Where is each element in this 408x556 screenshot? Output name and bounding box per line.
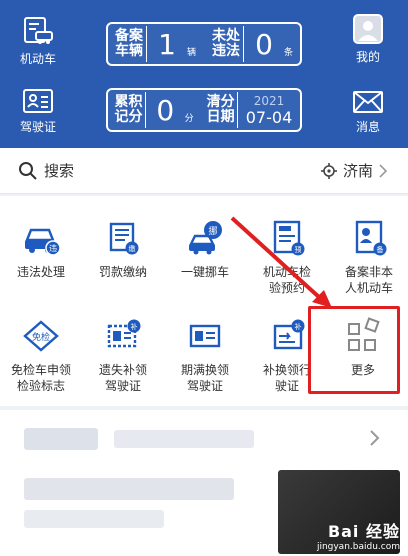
stat-label-1b: 车辆: [115, 43, 143, 59]
service-label-line: 违法处理: [16, 265, 65, 279]
fine-payment-icon: 缴: [109, 222, 139, 255]
service-label: 补换领行 驶证: [263, 362, 311, 394]
move-car-icon: 挪: [189, 221, 222, 255]
blurred-banner: [114, 430, 254, 448]
blurred-text: [24, 478, 234, 500]
service-fine[interactable]: 缴 罚款缴纳: [82, 218, 164, 280]
service-label-line: 驾驶证: [186, 379, 223, 393]
service-label-line: 遗失补领: [98, 363, 147, 377]
search-bar[interactable]: 搜索 济南: [0, 148, 408, 194]
license-card-icon: [23, 89, 53, 113]
register-vehicle-icon: 备: [355, 220, 387, 256]
message-label: 消息: [355, 120, 380, 134]
service-label-line: 人机动车: [344, 281, 393, 295]
service-label: 罚款缴纳: [99, 264, 147, 280]
watermark-brand: Bai 经验: [327, 522, 400, 541]
svg-text:补: 补: [131, 322, 138, 331]
service-renew-license[interactable]: 期满换领 驾驶证: [164, 316, 246, 394]
svg-text:缴: 缴: [129, 244, 136, 253]
replace-permit-icon: 补: [273, 319, 305, 350]
chevron-right-icon[interactable]: [370, 430, 380, 446]
svg-text:挪: 挪: [208, 225, 217, 237]
score-stats-card[interactable]: 累积 记分 0 分 清分 日期 2021 07-04: [106, 88, 302, 132]
blurred-banner: [24, 428, 98, 450]
stat-label-1c: 未处: [212, 28, 240, 44]
clear-date: 2021 07-04: [238, 94, 300, 127]
score-unit: 分: [184, 113, 194, 124]
service-label-line: 免检车申领: [10, 363, 71, 377]
envelope-icon: [353, 91, 383, 113]
service-label-line: 驶证: [274, 379, 299, 393]
service-label: 期满换领 驾驶证: [181, 362, 229, 394]
clear-date-year: 2021: [253, 93, 285, 108]
score-value: 0: [156, 93, 175, 127]
license-label: 驾驶证: [19, 120, 56, 134]
service-label-line: 备案非本: [344, 265, 393, 279]
service-label: 备案非本 人机动车: [345, 264, 393, 296]
chevron-right-icon: [379, 163, 388, 178]
profile-button[interactable]: 我的: [338, 14, 398, 65]
highlight-box: [308, 306, 400, 394]
vehicle-button[interactable]: 机动车: [8, 16, 68, 67]
news-section: Bai 经验 jingyan.baidu.com: [0, 410, 408, 556]
svg-text:备: 备: [377, 245, 384, 254]
stat-label-2b: 记分: [114, 109, 143, 125]
stat-label-2c: 清分: [206, 94, 235, 110]
vehicle-count: 1: [158, 27, 176, 61]
watermark: Bai 经验 jingyan.baidu.com: [317, 518, 400, 552]
vehicle-unit: 辆: [187, 47, 197, 58]
service-label-line: 检验标志: [16, 379, 65, 393]
service-violation[interactable]: 违 违法处理: [0, 218, 82, 280]
svg-text:违: 违: [49, 244, 57, 253]
service-label: 免检车申领 检验标志: [11, 362, 71, 394]
blurred-text: [24, 510, 164, 528]
service-exempt[interactable]: 免检 免检车申领检验标志: [0, 316, 82, 394]
annotation-arrow: [230, 216, 332, 308]
watermark-url: jingyan.baidu.com: [316, 542, 400, 552]
location-icon: [320, 162, 337, 179]
car-violation-icon: 违: [25, 228, 61, 256]
search-label: 搜索: [44, 162, 75, 180]
vehicle-stats-card[interactable]: 备案 车辆 1 辆 未处 违法 0 条: [106, 22, 302, 66]
renew-license-icon: [189, 324, 221, 348]
message-button[interactable]: 消息: [338, 90, 398, 135]
service-label-line: 期满换领: [180, 363, 229, 377]
service-label-line: 罚款缴纳: [98, 265, 147, 279]
stat-label-2d: 日期: [206, 109, 235, 125]
search-icon: [19, 161, 37, 180]
profile-label: 我的: [355, 50, 380, 64]
svg-text:补: 补: [295, 322, 302, 331]
violation-count: 0: [255, 27, 273, 61]
avatar-icon: [353, 14, 383, 44]
license-button[interactable]: 驾驶证: [8, 88, 68, 135]
service-label: 违法处理: [17, 264, 65, 280]
stat-label-2a: 累积: [114, 94, 143, 110]
exempt-sign-icon: 免检: [23, 320, 59, 352]
service-label-line: 补换领行: [262, 363, 311, 377]
violation-unit: 条: [284, 47, 294, 58]
service-label-line: 驾驶证: [104, 379, 141, 393]
car-doc-icon: [24, 17, 53, 44]
service-label: 遗失补领 驾驶证: [99, 362, 147, 394]
service-lost-license[interactable]: 补 遗失补领驾驶证: [82, 316, 164, 394]
city-selector[interactable]: 济南: [320, 160, 388, 181]
header: 机动车 驾驶证 备案 车辆 1 辆 未处 违法 0 条 累积 记分 0 分 清分 日期 …: [0, 0, 408, 148]
stat-label-1d: 违法: [212, 43, 240, 59]
city-name: 济南: [342, 162, 373, 180]
service-register[interactable]: 备 备案非本人机动车: [328, 218, 408, 296]
clear-date-day: 07-04: [245, 107, 293, 127]
stat-label-1a: 备案: [115, 28, 143, 44]
vehicle-label: 机动车: [19, 52, 56, 66]
svg-text:免检: 免检: [32, 331, 50, 343]
lost-license-icon: 补: [107, 319, 141, 348]
